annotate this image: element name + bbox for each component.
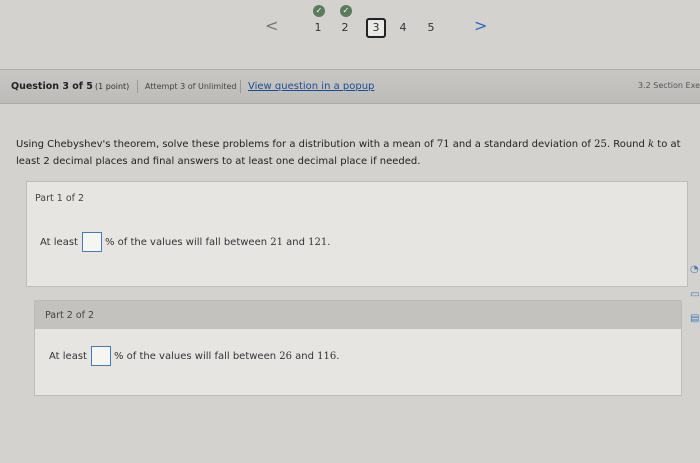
question-nav-item-5[interactable]: 5 [421, 18, 441, 38]
prompt-mean-value: 71 [436, 139, 450, 150]
answer-text: . [327, 236, 331, 248]
part-1-label: Part 1 of 2 [35, 193, 85, 204]
answer-lead-text: At least [49, 350, 87, 362]
prompt-text: Using Chebyshev's theorem, solve these p… [16, 139, 437, 150]
divider [137, 80, 138, 93]
part-1-upper-bound: 121 [308, 236, 328, 248]
divider [240, 80, 241, 93]
attempt-counter: Attempt 3 of Unlimited [145, 82, 237, 91]
question-nav-item-4[interactable]: 4 [393, 18, 413, 38]
part-1-panel: Part 1 of 2 At least % of the values wil… [26, 181, 688, 287]
part-2-lower-bound: 26 [279, 350, 292, 362]
question-nav-item-3-current[interactable]: 3 [366, 18, 386, 38]
next-question-arrow-icon[interactable]: > [474, 16, 487, 35]
prompt-text: and a standard deviation of [449, 139, 595, 150]
question-nav-item-1[interactable]: 1 [308, 18, 328, 38]
answer-text: % of the values will fall between [104, 236, 268, 248]
part-1-answer-row: At least % of the values will fall betwe… [40, 232, 330, 252]
part-2-panel: Part 2 of 2 At least % of the values wil… [34, 300, 682, 396]
question-points: (1 point) [95, 82, 130, 91]
question-title: Question 3 of 5 [11, 81, 93, 92]
completed-check-icon: ✓ [313, 5, 325, 17]
part-2-answer-row: At least % of the values will fall betwe… [49, 346, 339, 366]
question-navigation: < ✓ 1 ✓ 2 3 4 5 > [0, 0, 700, 48]
previous-question-arrow-icon[interactable]: < [265, 16, 278, 35]
answer-lead-text: At least [40, 236, 78, 248]
side-tool-icon[interactable]: ▭ [690, 288, 700, 302]
side-tool-icon[interactable]: ◔ [690, 263, 700, 277]
prompt-sd-value: 25 [594, 139, 607, 150]
answer-text: % of the values will fall between [113, 350, 277, 362]
part-2-answer-input[interactable] [90, 346, 111, 366]
question-prompt: Using Chebyshev's theorem, solve these p… [16, 136, 692, 170]
side-tool-icon[interactable]: ▤ [690, 312, 700, 326]
view-in-popup-link[interactable]: View question in a popup [248, 81, 374, 92]
answer-text: and [292, 350, 318, 362]
completed-check-icon: ✓ [340, 5, 352, 17]
question-header-bar: Question 3 of 5 (1 point) Attempt 3 of U… [0, 69, 700, 104]
part-2-label: Part 2 of 2 [45, 310, 95, 321]
prompt-text: . Round [606, 139, 649, 150]
section-label: 3.2 Section Exe [638, 81, 700, 90]
part-1-lower-bound: 21 [270, 236, 283, 248]
part-2-header: Part 2 of 2 [35, 301, 681, 329]
answer-text: . [336, 350, 340, 362]
question-nav-item-2[interactable]: 2 [335, 18, 355, 38]
part-1-answer-input[interactable] [81, 232, 102, 252]
answer-text: and [283, 236, 309, 248]
part-2-upper-bound: 116 [317, 350, 337, 362]
